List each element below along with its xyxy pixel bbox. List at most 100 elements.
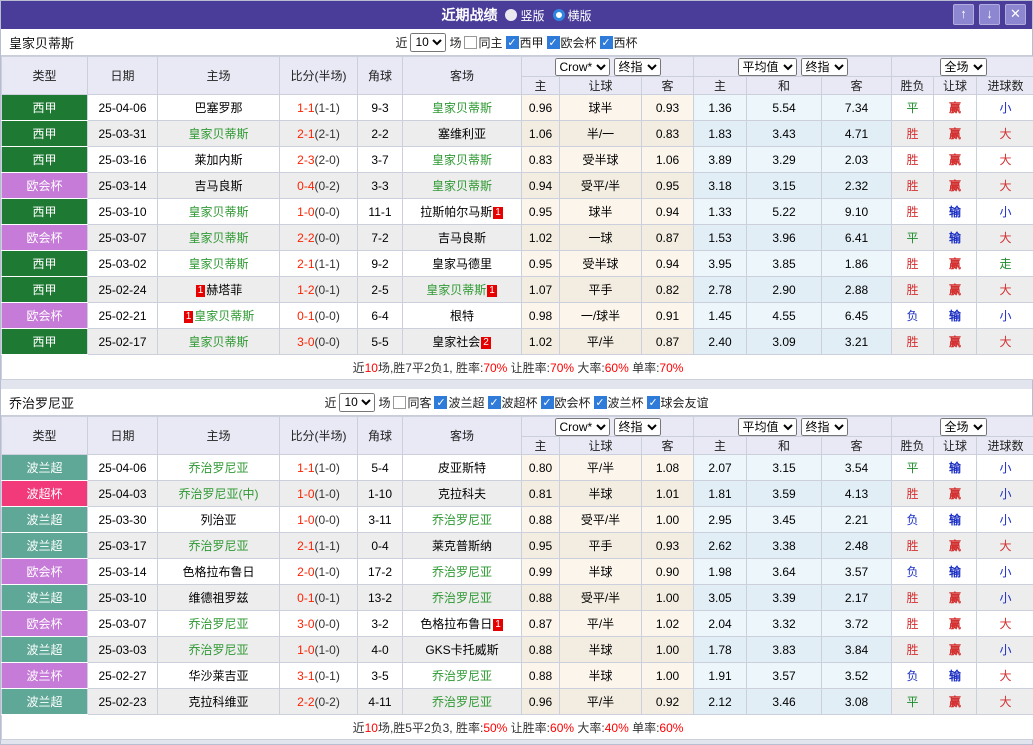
avg-stage-select[interactable]: 终指	[801, 58, 848, 76]
league-type-badge: 西甲	[2, 199, 88, 225]
sections-container: 皇家贝蒂斯近10场同主✓西甲✓欧会杯✓西杯类型日期主场比分(半场)角球客场Cro…	[1, 29, 1032, 740]
odds-away: 0.87	[642, 225, 694, 251]
match-date: 25-03-16	[88, 147, 158, 173]
league-filter[interactable]: ✓欧会杯	[541, 394, 591, 411]
away-team: 皇家马德里	[403, 251, 522, 277]
team-label: 乔治罗尼亚	[432, 695, 492, 709]
match-filters: 近10场同主✓西甲✓欧会杯✓西杯	[395, 33, 637, 52]
handicap: 一球	[560, 225, 642, 251]
move-down-button[interactable]: ↓	[979, 4, 1000, 25]
league-filter[interactable]: ✓西杯	[600, 34, 638, 51]
avg-away-odds: 9.10	[822, 199, 892, 225]
result-goals: 大	[977, 689, 1033, 715]
odds-stage-select[interactable]: 终指	[614, 58, 661, 76]
odds-home: 0.87	[522, 611, 560, 637]
column-subheader: 主	[694, 437, 747, 455]
score: 3-0(0-0)	[280, 611, 358, 637]
avg-away-odds: 3.08	[822, 689, 892, 715]
checkbox-checked-icon[interactable]: ✓	[547, 36, 560, 49]
result-handicap: 赢	[934, 585, 977, 611]
odds-stage-select[interactable]: 终指	[614, 418, 661, 436]
avg-away-odds: 6.45	[822, 303, 892, 329]
checkbox-checked-icon[interactable]: ✓	[434, 396, 447, 409]
bookmaker-select[interactable]: Crow*	[555, 58, 610, 76]
league-filter[interactable]: ✓欧会杯	[547, 34, 597, 51]
home-team: 乔治罗尼亚(中)	[158, 481, 280, 507]
avg-away-odds: 2.32	[822, 173, 892, 199]
result-handicap: 输	[934, 663, 977, 689]
score: 1-0(1-0)	[280, 481, 358, 507]
checkbox-checked-icon[interactable]: ✓	[488, 396, 501, 409]
column-subheader: 胜负	[892, 437, 934, 455]
close-button[interactable]: ✕	[1005, 4, 1026, 25]
avg-stage-select[interactable]: 终指	[801, 418, 848, 436]
match-date: 25-02-21	[88, 303, 158, 329]
column-subheader: 和	[747, 437, 822, 455]
result-winloss: 负	[892, 663, 934, 689]
team-label: 皇家贝蒂斯	[188, 127, 248, 141]
red-card-badge: 1	[487, 285, 497, 297]
avg-away-odds: 2.88	[822, 277, 892, 303]
column-header: 日期	[88, 57, 158, 95]
avg-draw-odds: 3.15	[747, 173, 822, 199]
league-type-badge: 欧会杯	[2, 225, 88, 251]
odds-away: 1.06	[642, 147, 694, 173]
odds-away: 1.00	[642, 637, 694, 663]
checkbox-checked-icon[interactable]: ✓	[506, 36, 519, 49]
avg-draw-odds: 2.90	[747, 277, 822, 303]
avg-draw-odds: 5.22	[747, 199, 822, 225]
fulltime-score: 0-1	[297, 591, 314, 605]
away-team: 塞维利亚	[403, 121, 522, 147]
average-select[interactable]: 平均值	[738, 418, 797, 436]
league-filter[interactable]: ✓波超杯	[488, 394, 538, 411]
away-team: 皇家贝蒂斯1	[403, 277, 522, 303]
checkbox-checked-icon[interactable]: ✓	[647, 396, 660, 409]
league-type-badge: 波兰超	[2, 585, 88, 611]
radio-horizontal-icon[interactable]	[553, 9, 565, 21]
league-filter[interactable]: ✓波兰杯	[594, 394, 644, 411]
league-filter[interactable]: ✓西甲	[506, 34, 544, 51]
score: 0-1(0-0)	[280, 303, 358, 329]
summary-text: 10	[365, 361, 378, 375]
away-team: GKS卡托威斯	[403, 637, 522, 663]
halftime-score: (1-0)	[315, 461, 340, 475]
away-team: 色格拉布鲁日1	[403, 611, 522, 637]
league-filter[interactable]: ✓波兰超	[434, 394, 484, 411]
bookmaker-select[interactable]: Crow*	[555, 418, 610, 436]
avg-away-odds: 3.21	[822, 329, 892, 355]
team-label: 莱加内斯	[194, 153, 242, 167]
checkbox-checked-icon[interactable]: ✓	[594, 396, 607, 409]
same-venue-filter[interactable]: 同客	[393, 394, 431, 411]
result-handicap: 赢	[934, 481, 977, 507]
odds-home: 0.88	[522, 507, 560, 533]
period-select[interactable]: 全场	[940, 58, 987, 76]
column-subheader: 和	[747, 77, 822, 95]
bottom-strip	[1, 740, 1032, 744]
odds-home: 0.88	[522, 637, 560, 663]
checkbox-checked-icon[interactable]: ✓	[600, 36, 613, 49]
result-goals: 大	[977, 225, 1033, 251]
checkbox-unchecked-icon[interactable]	[393, 396, 406, 409]
average-select[interactable]: 平均值	[738, 58, 797, 76]
avg-away-odds: 3.52	[822, 663, 892, 689]
league-filter[interactable]: ✓球会友谊	[647, 394, 709, 411]
radio-vertical-icon[interactable]	[505, 9, 517, 21]
same-venue-filter[interactable]: 同主	[464, 34, 502, 51]
match-count-select[interactable]: 10	[410, 33, 446, 52]
handicap: 受半球	[560, 147, 642, 173]
move-up-button[interactable]: ↑	[953, 4, 974, 25]
home-team: 色格拉布鲁日	[158, 559, 280, 585]
layout-vertical-radio[interactable]: 竖版	[505, 7, 544, 24]
corner-score: 17-2	[358, 559, 403, 585]
odds-home: 0.98	[522, 303, 560, 329]
avg-home-odds: 1.91	[694, 663, 747, 689]
match-count-select[interactable]: 10	[339, 393, 375, 412]
avg-away-odds: 3.72	[822, 611, 892, 637]
match-date: 25-03-30	[88, 507, 158, 533]
checkbox-unchecked-icon[interactable]	[464, 36, 477, 49]
checkbox-checked-icon[interactable]: ✓	[541, 396, 554, 409]
period-select[interactable]: 全场	[940, 418, 987, 436]
handicap: 平手	[560, 533, 642, 559]
layout-horizontal-radio[interactable]: 横版	[553, 7, 592, 24]
avg-home-odds: 3.95	[694, 251, 747, 277]
